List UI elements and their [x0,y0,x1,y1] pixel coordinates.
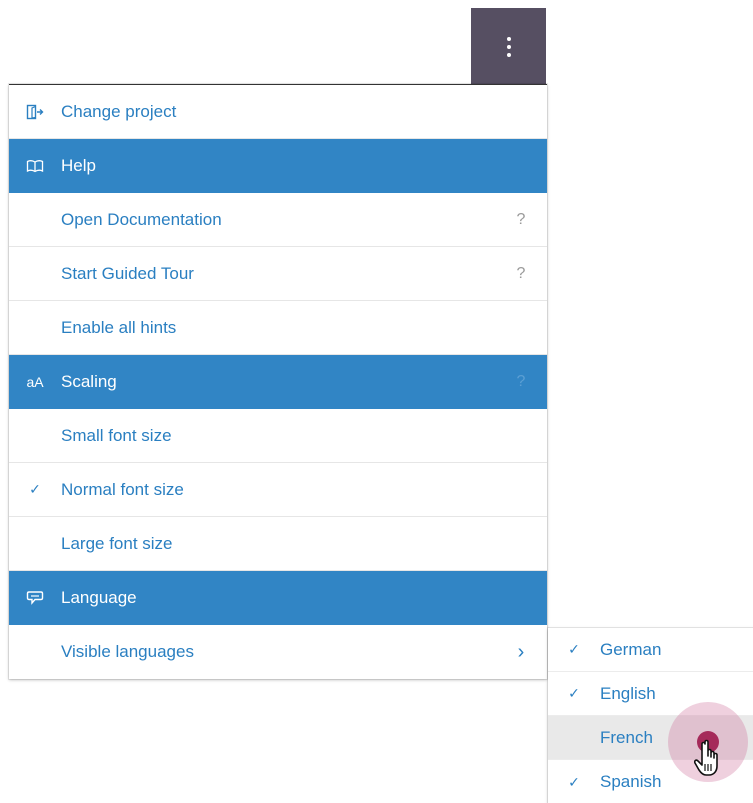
section-header-label: Language [61,587,137,607]
menu-item-label: Visible languages [61,642,194,661]
help-question-icon[interactable]: ? [495,211,547,229]
menu-item-open-documentation[interactable]: Open Documentation ? [9,193,547,247]
menu-item-label: Normal font size [61,479,184,499]
screen: Change project Help Open Documentation ?… [0,0,753,803]
menu-item-large-font-size[interactable]: Large font size [9,517,547,571]
menu-item-small-font-size[interactable]: Small font size [9,409,547,463]
font-scale-icon: aA [26,373,44,390]
exit-door-icon [9,104,61,120]
speech-bubble-icon [9,590,61,606]
kebab-vertical-icon [506,36,511,57]
chevron-right-icon: › [517,640,525,663]
menu-item-visible-languages[interactable]: Visible languages › [9,625,547,679]
check-icon: ✓ [568,773,580,790]
check-icon: ✓ [568,685,580,701]
more-options-button[interactable] [471,8,546,85]
book-open-icon [9,159,61,173]
menu-item-label: Open Documentation [61,209,222,229]
section-header-label: Scaling [61,371,117,391]
menu-item-change-project[interactable]: Change project [9,85,547,139]
menu-item-label: Small font size [61,425,172,445]
section-header-help: Help [9,139,547,193]
section-header-label: Help [61,155,96,175]
menu-item-start-guided-tour[interactable]: Start Guided Tour ? [9,247,547,301]
menu-item-label: Large font size [61,533,173,553]
menu-item-label: Change project [61,101,177,121]
menu-item-normal-font-size[interactable]: ✓ Normal font size [9,463,547,517]
menu-item-label: Start Guided Tour [61,263,194,283]
menu-item-label: Enable all hints [61,317,177,337]
hand-pointer-icon [694,739,718,776]
language-item-german[interactable]: ✓ German [548,628,753,672]
check-icon: ✓ [29,481,41,497]
check-icon: ✓ [568,641,580,657]
language-label: English [600,683,656,703]
settings-menu: Change project Help Open Documentation ?… [9,84,547,679]
help-question-icon[interactable]: ? [495,265,547,283]
section-header-scaling: aA Scaling ? [9,355,547,409]
help-question-icon[interactable]: ? [495,373,547,391]
section-header-language: Language [9,571,547,625]
menu-item-enable-all-hints[interactable]: Enable all hints [9,301,547,355]
language-label: German [600,639,662,659]
